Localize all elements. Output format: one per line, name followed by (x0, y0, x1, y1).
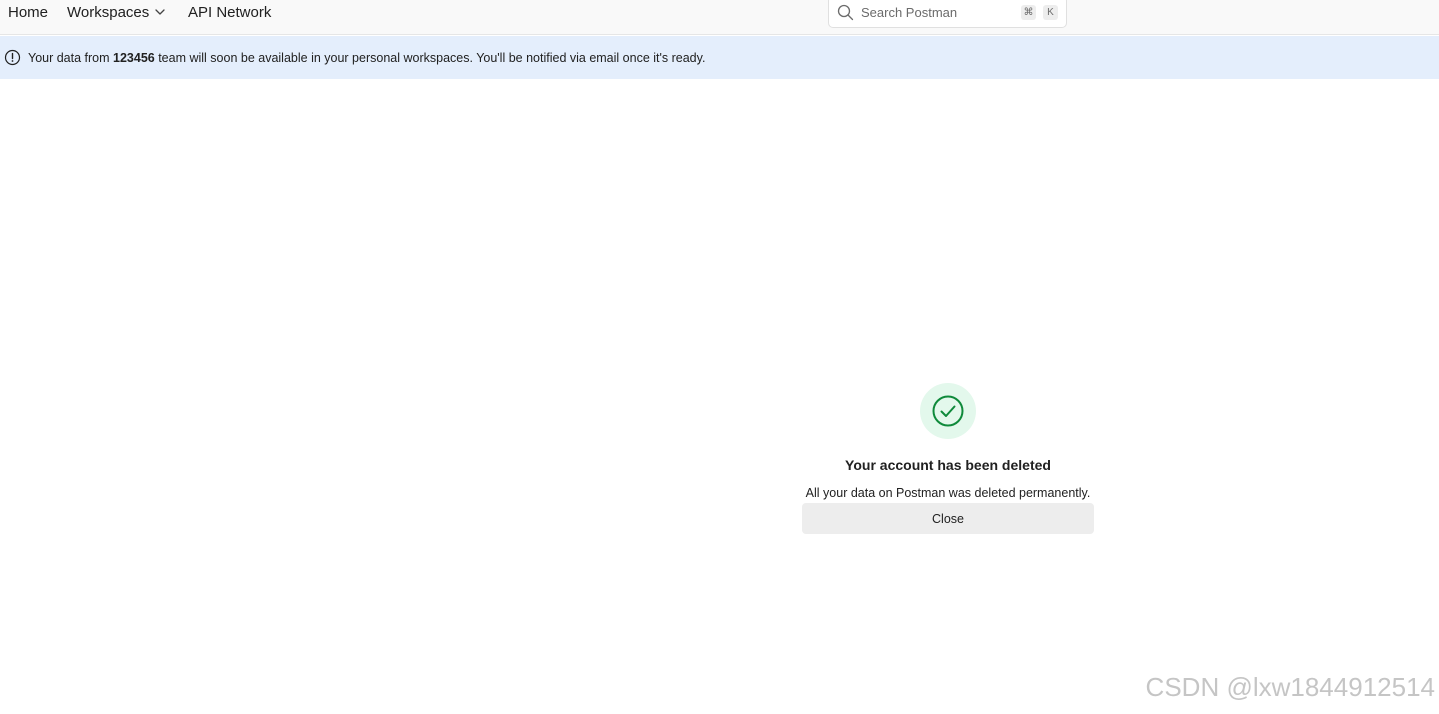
banner-message: Your data from 123456 team will soon be … (28, 50, 705, 66)
info-banner: Your data from 123456 team will soon be … (0, 36, 1439, 79)
dialog-description: All your data on Postman was deleted per… (805, 486, 1091, 500)
watermark-text: CSDN @lxw1844912514 (1145, 672, 1435, 702)
banner-text-before: Your data from (28, 51, 114, 65)
nav-workspaces-menu[interactable]: Workspaces (67, 3, 165, 23)
banner-text-after: team will soon be available in your pers… (154, 51, 706, 65)
dialog-title: Your account has been deleted (845, 457, 1051, 473)
shortcut-cmd-key: ⌘ (1021, 5, 1036, 20)
search-icon (837, 4, 854, 21)
check-circle-icon (932, 395, 964, 427)
info-circle-icon (4, 49, 21, 66)
shortcut-k-key: K (1043, 5, 1058, 20)
banner-team-name: 123456 (113, 51, 155, 65)
account-deleted-dialog: Your account has been deleted All your d… (798, 383, 1098, 543)
nav-api-network-link[interactable]: API Network (188, 3, 271, 23)
search-placeholder: Search Postman (861, 5, 958, 20)
close-button[interactable]: Close (802, 503, 1094, 534)
nav-home-link[interactable]: Home (8, 3, 48, 23)
chevron-down-icon (155, 1, 165, 21)
search-input[interactable]: Search Postman ⌘ K (828, 0, 1067, 28)
success-badge (920, 383, 976, 439)
top-nav-bar: Home Workspaces API Network Search Postm… (0, 0, 1439, 35)
nav-workspaces-label: Workspaces (67, 4, 150, 21)
